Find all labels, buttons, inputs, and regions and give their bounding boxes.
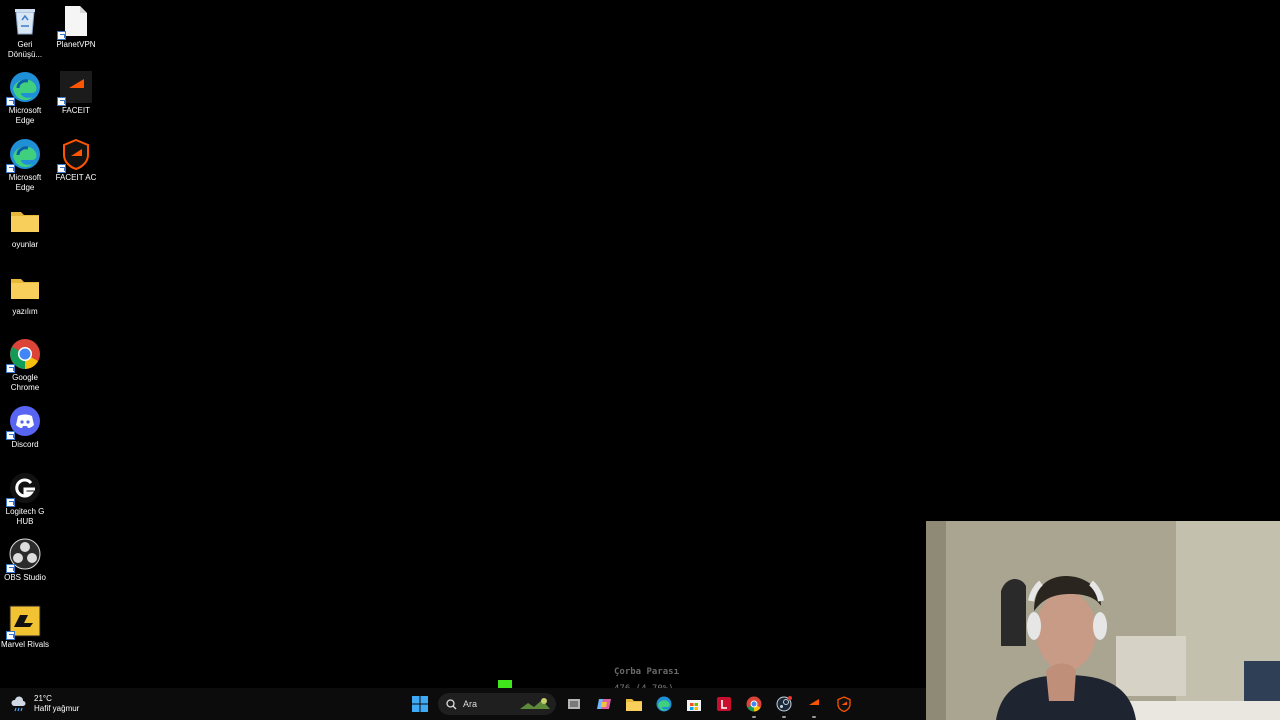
shortcut-arrow-icon <box>57 164 66 173</box>
taskbar-task-view[interactable] <box>562 692 586 716</box>
shortcut-arrow-icon <box>57 31 66 40</box>
running-indicator <box>812 716 816 718</box>
desktop-icon-label: Google Chrome <box>10 373 40 392</box>
desktop-icon-label: FACEIT AC <box>55 173 97 182</box>
desktop-icon-edge[interactable]: Microsoft Edge <box>0 70 50 126</box>
desktop-icon-label: oyunlar <box>11 240 39 249</box>
discord-icon <box>6 404 42 440</box>
recycle-bin-icon <box>8 4 42 38</box>
chrome-icon <box>6 337 42 373</box>
desktop-icon-label: yazılım <box>12 307 38 316</box>
marvel-rivals-icon <box>6 604 42 640</box>
shortcut-arrow-icon <box>57 97 66 106</box>
desktop-icon-label: Microsoft Edge <box>8 173 42 192</box>
desktop-icon-marvel-rivals[interactable]: Marvel Rivals <box>0 604 50 650</box>
taskbar-store[interactable] <box>682 692 706 716</box>
desktop-icon-recycle-bin[interactable]: Geri Dönüşü... <box>0 4 50 60</box>
webcam-person-image <box>926 521 1280 720</box>
desktop-icon-obs[interactable]: OBS Studio <box>0 537 50 583</box>
webcam-overlay <box>926 521 1280 720</box>
windows-logo-icon <box>412 696 428 712</box>
rain-cloud-icon <box>11 696 26 712</box>
edge-icon <box>656 696 672 712</box>
desktop-icon-edge[interactable]: Microsoft Edge <box>0 137 50 193</box>
folder-icon <box>8 204 42 238</box>
desktop-icon-faceit-ac[interactable]: FACEIT AC <box>51 137 101 183</box>
copilot-icon <box>597 699 611 709</box>
shortcut-arrow-icon <box>6 164 15 173</box>
desktop-icon-logitech-ghub[interactable]: Logitech G HUB <box>0 471 50 527</box>
shortcut-arrow-icon <box>6 97 15 106</box>
logitech-ghub-icon <box>6 471 42 507</box>
faceit-icon <box>57 70 93 106</box>
running-indicator <box>782 716 786 718</box>
weather-widget[interactable]: 21°C Hafif yağmur <box>10 694 79 714</box>
desktop-icon-faceit[interactable]: FACEIT <box>51 70 101 116</box>
shortcut-arrow-icon <box>6 364 15 373</box>
folder-icon <box>8 271 42 305</box>
desktop-icon-label: OBS Studio <box>4 573 46 582</box>
obs-icon <box>6 537 42 573</box>
desktop-icon-label: Microsoft Edge <box>8 106 42 125</box>
weather-condition: Hafif yağmur <box>34 704 80 713</box>
edge-icon <box>6 70 42 106</box>
search-label: Ara <box>463 699 478 709</box>
taskbar-apps: Ara <box>408 692 856 718</box>
desktop-icon-discord[interactable]: Discord <box>0 404 50 450</box>
search-highlight-icon <box>520 698 550 709</box>
start-button[interactable] <box>408 692 432 716</box>
shortcut-arrow-icon <box>6 431 15 440</box>
shortcut-arrow-icon <box>6 564 15 573</box>
chrome-icon <box>746 696 762 712</box>
file-shortcut-icon <box>57 4 93 40</box>
running-indicator <box>752 716 756 718</box>
taskbar-faceit[interactable] <box>802 692 826 718</box>
faceit-icon <box>809 699 819 705</box>
shortcut-arrow-icon <box>6 498 15 507</box>
shortcut-arrow-icon <box>6 631 15 640</box>
task-view-icon <box>568 699 580 709</box>
desktop-icon-yazilim[interactable]: yazılım <box>0 271 50 317</box>
search-icon <box>446 698 457 709</box>
taskbar-copilot[interactable] <box>592 692 616 716</box>
desktop-icon-label: PlanetVPN <box>56 40 96 49</box>
desktop-icon-label: Marvel Rivals <box>0 640 49 649</box>
desktop-icon-label: FACEIT <box>61 106 90 115</box>
desktop-icon-label: Geri Dönüşü... <box>7 40 43 59</box>
faceit-ac-icon <box>837 696 851 712</box>
taskbar-faceit-ac[interactable] <box>832 692 856 716</box>
desktop-icon-chrome[interactable]: Google Chrome <box>0 337 50 393</box>
overlay-title: Çorba Parası <box>614 667 680 677</box>
folder-icon <box>626 699 642 711</box>
desktop-icon-oyunlar[interactable]: oyunlar <box>0 204 50 250</box>
desktop-icon-planetvpn[interactable]: PlanetVPN <box>51 4 101 50</box>
taskbar-edge[interactable] <box>652 692 676 716</box>
weather-temp: 21°C <box>34 694 52 703</box>
app-red-icon <box>717 697 731 711</box>
taskbar-app-red[interactable] <box>712 692 736 716</box>
edge-icon <box>6 137 42 173</box>
taskbar-chrome[interactable] <box>742 692 766 718</box>
taskbar-steam[interactable] <box>772 692 796 718</box>
steam-icon <box>776 696 792 712</box>
desktop-icon-label: Discord <box>11 440 39 449</box>
desktop-icon-label: Logitech G HUB <box>5 507 45 526</box>
taskbar-search[interactable]: Ara <box>438 693 556 715</box>
store-icon <box>687 700 701 711</box>
faceit-ac-icon <box>57 137 93 173</box>
taskbar-file-explorer[interactable] <box>622 692 646 716</box>
